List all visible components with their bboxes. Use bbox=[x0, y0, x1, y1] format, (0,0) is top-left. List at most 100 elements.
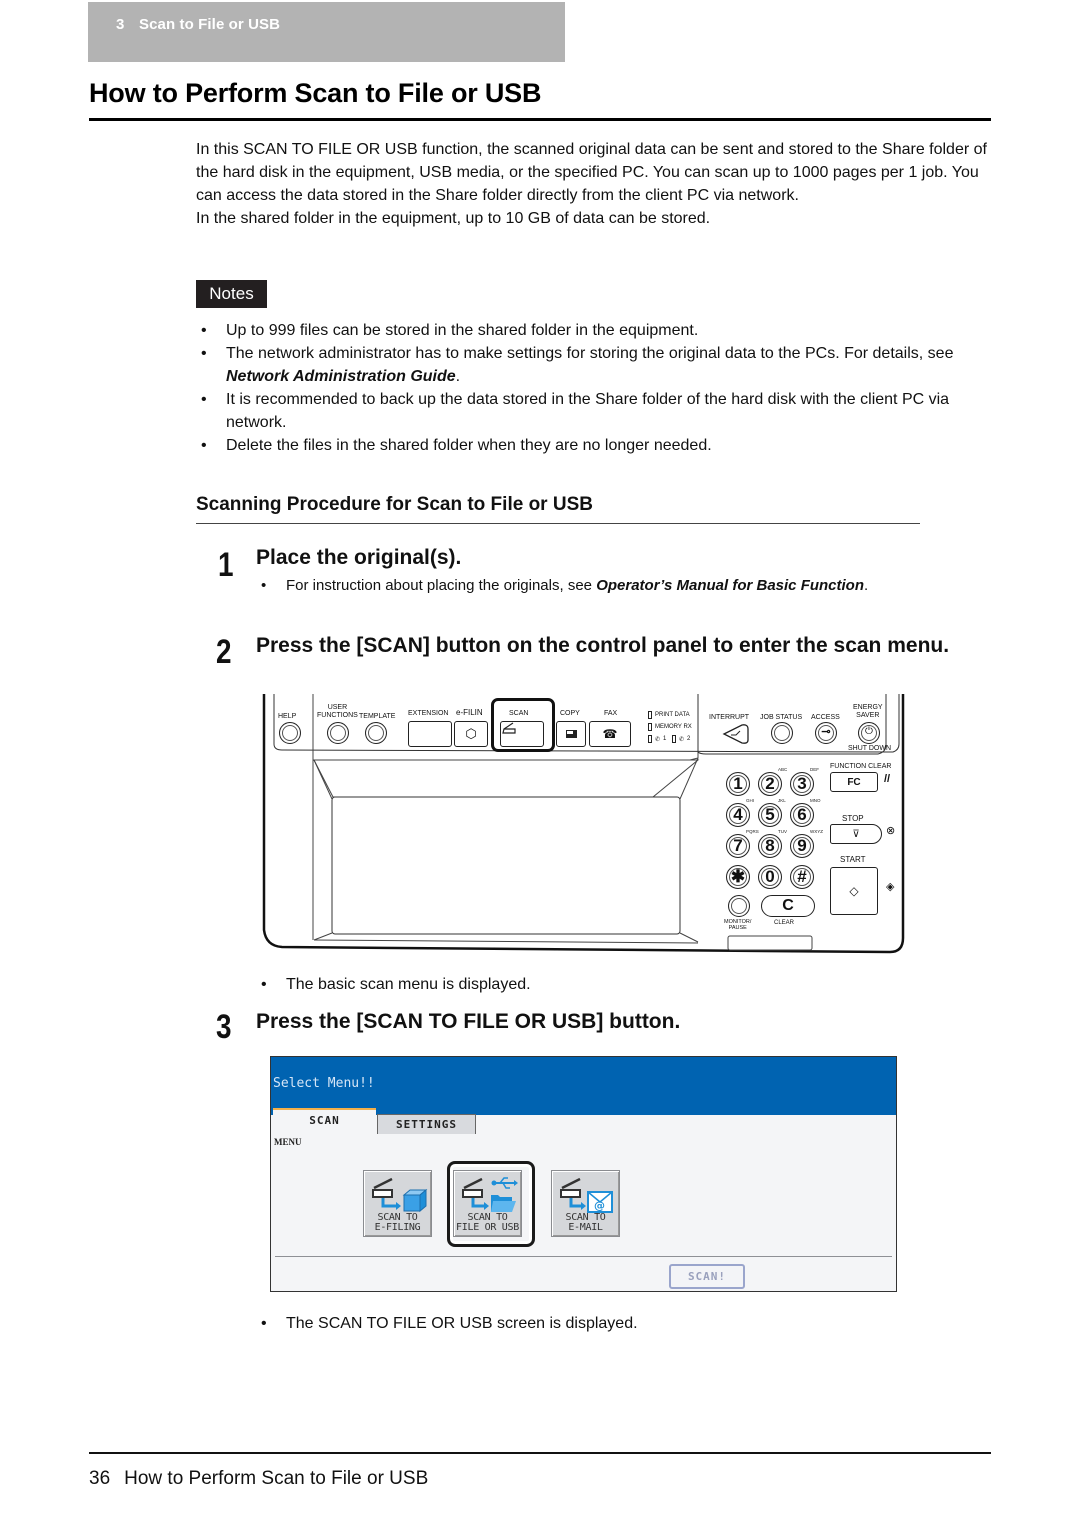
step-number-2: 2 bbox=[216, 633, 232, 671]
start-button[interactable]: ◇ bbox=[830, 867, 878, 915]
chapter-number: 3 bbox=[116, 16, 125, 33]
note-text-after: . bbox=[455, 368, 461, 385]
step-title-2: Press the [SCAN] button on the control p… bbox=[256, 634, 950, 657]
monitor-pause-button[interactable] bbox=[728, 895, 750, 917]
keypad-key[interactable]: 2 bbox=[758, 772, 782, 796]
scan-to-efiling-button[interactable]: SCAN TO E-FILING bbox=[363, 1170, 432, 1237]
energy-saver-label: ENERGY SAVER bbox=[853, 704, 883, 719]
start-icon: ◇ bbox=[849, 884, 859, 898]
user-functions-label: USER FUNCTIONS bbox=[317, 704, 358, 719]
fax-icon: ☎ bbox=[602, 727, 618, 741]
scan-button-highlight bbox=[491, 698, 555, 752]
help-label: HELP bbox=[278, 713, 297, 720]
clear-button[interactable]: C bbox=[761, 895, 815, 917]
scan-to-email-button[interactable]: @ SCAN TO E-MAIL bbox=[551, 1170, 620, 1237]
function-clear-button[interactable]: FC bbox=[830, 772, 878, 792]
step-1-notes: For instruction about placing the origin… bbox=[256, 574, 996, 597]
keypad-key[interactable]: # bbox=[790, 865, 814, 889]
shut-down-label: SHUT DOWN bbox=[848, 745, 892, 752]
clear-key-label: C bbox=[782, 897, 794, 914]
function-clear-icon: // bbox=[884, 773, 891, 785]
page-footer: 36 How to Perform Scan to File or USB bbox=[89, 1468, 428, 1490]
keypad-key-letters: DEF bbox=[810, 767, 819, 772]
monitor-pause-label: MONITOR/ PAUSE bbox=[724, 919, 752, 931]
start-indicator-icon: ◈ bbox=[886, 881, 895, 893]
interrupt-button[interactable] bbox=[722, 723, 750, 745]
keypad-key[interactable]: 3 bbox=[790, 772, 814, 796]
efiling-box-icon: ⬡ bbox=[465, 726, 477, 741]
step-2-result-item: The basic scan menu is displayed. bbox=[256, 973, 856, 996]
stop-button[interactable]: ⊽ bbox=[830, 824, 882, 844]
fax-button[interactable]: ☎ bbox=[589, 721, 631, 747]
scan-to-efiling-icon bbox=[372, 1177, 428, 1213]
scan-to-file-usb-button[interactable]: SCAN TO FILE OR USB bbox=[453, 1170, 522, 1237]
keypad-key-letters: JKL bbox=[778, 798, 786, 803]
efiling-button[interactable]: ⬡ bbox=[454, 721, 488, 747]
step-title-3: Press the [SCAN TO FILE OR USB] button. bbox=[256, 1010, 681, 1033]
network-admin-guide-link[interactable]: Network Administration Guide bbox=[226, 368, 456, 385]
keypad-key[interactable]: 7 bbox=[726, 834, 750, 858]
keypad-key-letters: GHI bbox=[746, 798, 755, 803]
copy-button[interactable] bbox=[556, 721, 586, 747]
key-icon: ⊸ bbox=[821, 726, 831, 738]
led-line-1: ✆ 1 bbox=[648, 735, 666, 743]
energy-saver-button[interactable]: ⏻ bbox=[858, 722, 880, 744]
tab-settings[interactable]: SETTINGS bbox=[377, 1114, 476, 1134]
keypad-key[interactable]: ✱ bbox=[726, 865, 750, 889]
stop-indicator-icon: ⊗ bbox=[886, 825, 896, 837]
function-clear-label: FUNCTION CLEAR bbox=[830, 763, 892, 770]
led-line-1-label: 1 bbox=[663, 736, 667, 742]
user-functions-button[interactable] bbox=[327, 722, 349, 744]
keypad-key[interactable]: 4 bbox=[726, 803, 750, 827]
button-caption: SCAN TO E-FILING bbox=[364, 1213, 431, 1233]
keypad-key[interactable]: 1 bbox=[726, 772, 750, 796]
touch-panel-header: Select Menu!! bbox=[271, 1057, 896, 1115]
line-icon: ✆ bbox=[655, 736, 661, 743]
scan-to-file-usb-icon bbox=[462, 1177, 518, 1212]
touch-panel-divider bbox=[275, 1256, 892, 1257]
page-title: How to Perform Scan to File or USB bbox=[89, 78, 542, 108]
job-status-label: JOB STATUS bbox=[760, 714, 803, 721]
keypad-key[interactable]: 6 bbox=[790, 803, 814, 827]
keypad-key[interactable]: 8 bbox=[758, 834, 782, 858]
notes-list: Up to 999 files can be stored in the sha… bbox=[196, 319, 996, 457]
template-button[interactable] bbox=[365, 722, 387, 744]
access-button[interactable]: ⊸ bbox=[815, 722, 837, 744]
touch-panel-screen: Select Menu!! SCAN SETTINGS MENU SCAN TO… bbox=[270, 1056, 897, 1292]
chapter-title: Scan to File or USB bbox=[139, 16, 281, 33]
note-text: Up to 999 files can be stored in the sha… bbox=[226, 322, 699, 339]
footer-rule bbox=[89, 1452, 991, 1454]
button-caption: SCAN TO E-MAIL bbox=[552, 1213, 619, 1233]
step-1-bullet-after: . bbox=[864, 577, 869, 594]
keypad-key[interactable]: 9 bbox=[790, 834, 814, 858]
caption-line-2: FILE OR USB bbox=[456, 1222, 519, 1233]
tab-scan[interactable]: SCAN bbox=[273, 1108, 376, 1134]
intro-paragraph-1: In this SCAN TO FILE OR USB function, th… bbox=[196, 141, 987, 204]
section-rule bbox=[196, 523, 920, 524]
intro-paragraph-2: In the shared folder in the equipment, u… bbox=[196, 210, 711, 227]
touch-panel-title: Select Menu!! bbox=[273, 1076, 375, 1091]
extension-button[interactable] bbox=[408, 721, 452, 747]
power-icon: ⏻ bbox=[865, 726, 873, 737]
help-button[interactable] bbox=[279, 722, 301, 744]
svg-text:@: @ bbox=[594, 1199, 605, 1212]
page-number: 36 bbox=[89, 1468, 111, 1489]
step-1-bullet: For instruction about placing the origin… bbox=[256, 574, 996, 597]
step-number-1: 1 bbox=[218, 546, 234, 584]
operators-manual-link[interactable]: Operator’s Manual for Basic Function bbox=[596, 577, 864, 594]
fax-label: FAX bbox=[604, 710, 618, 717]
keypad-key-letters: TUV bbox=[778, 829, 787, 834]
note-item: The network administrator has to make se… bbox=[196, 342, 996, 388]
scan-to-email-icon: @ bbox=[560, 1177, 613, 1213]
control-panel-illustration: HELP USER FUNCTIONS TEMPLATE EXTENSION e… bbox=[258, 690, 908, 958]
keypad-key[interactable]: 5 bbox=[758, 803, 782, 827]
chapter-tab: 3 Scan to File or USB bbox=[88, 2, 565, 62]
led-memory-rx-label: MEMORY RX bbox=[655, 724, 692, 730]
keypad-key[interactable]: 0 bbox=[758, 865, 782, 889]
led-line-2-label: 2 bbox=[687, 736, 691, 742]
step-3-result: The SCAN TO FILE OR USB screen is displa… bbox=[256, 1312, 856, 1335]
caption-line-2: E-FILING bbox=[374, 1222, 421, 1233]
job-status-button[interactable] bbox=[771, 722, 793, 744]
scan-start-button[interactable]: SCAN! bbox=[669, 1264, 745, 1289]
stop-label: STOP bbox=[842, 814, 864, 823]
